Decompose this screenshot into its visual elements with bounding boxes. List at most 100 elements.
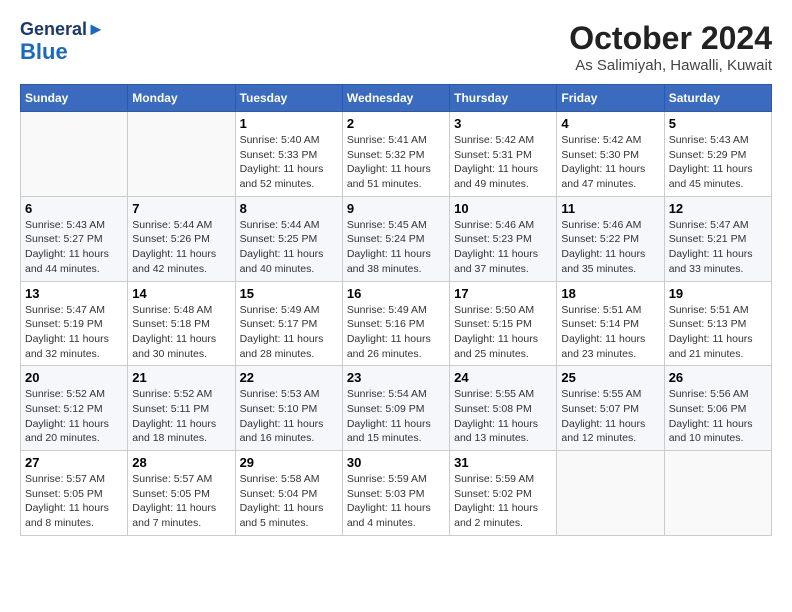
day-info: Sunrise: 5:46 AM Sunset: 5:23 PM Dayligh… xyxy=(454,218,552,277)
calendar-cell: 25 Sunrise: 5:55 AM Sunset: 5:07 PM Dayl… xyxy=(557,366,664,451)
calendar-cell: 10 Sunrise: 5:46 AM Sunset: 5:23 PM Dayl… xyxy=(450,196,557,281)
day-info: Sunrise: 5:52 AM Sunset: 5:12 PM Dayligh… xyxy=(25,387,123,446)
month-title: October 2024 xyxy=(569,20,772,57)
day-info: Sunrise: 5:52 AM Sunset: 5:11 PM Dayligh… xyxy=(132,387,230,446)
calendar-cell: 11 Sunrise: 5:46 AM Sunset: 5:22 PM Dayl… xyxy=(557,196,664,281)
day-info: Sunrise: 5:49 AM Sunset: 5:16 PM Dayligh… xyxy=(347,303,445,362)
day-number: 5 xyxy=(669,116,767,131)
logo-blue: Blue xyxy=(20,40,105,64)
day-number: 24 xyxy=(454,370,552,385)
calendar-cell: 1 Sunrise: 5:40 AM Sunset: 5:33 PM Dayli… xyxy=(235,112,342,197)
calendar-cell: 24 Sunrise: 5:55 AM Sunset: 5:08 PM Dayl… xyxy=(450,366,557,451)
weekday-header: Monday xyxy=(128,85,235,112)
calendar-cell: 21 Sunrise: 5:52 AM Sunset: 5:11 PM Dayl… xyxy=(128,366,235,451)
day-number: 9 xyxy=(347,201,445,216)
day-info: Sunrise: 5:57 AM Sunset: 5:05 PM Dayligh… xyxy=(25,472,123,531)
location: As Salimiyah, Hawalli, Kuwait xyxy=(569,57,772,74)
calendar-cell: 27 Sunrise: 5:57 AM Sunset: 5:05 PM Dayl… xyxy=(21,451,128,536)
logo-general: General► xyxy=(20,20,105,40)
day-info: Sunrise: 5:48 AM Sunset: 5:18 PM Dayligh… xyxy=(132,303,230,362)
day-number: 15 xyxy=(240,286,338,301)
day-info: Sunrise: 5:40 AM Sunset: 5:33 PM Dayligh… xyxy=(240,133,338,192)
day-number: 13 xyxy=(25,286,123,301)
calendar-cell: 31 Sunrise: 5:59 AM Sunset: 5:02 PM Dayl… xyxy=(450,451,557,536)
calendar-week-row: 20 Sunrise: 5:52 AM Sunset: 5:12 PM Dayl… xyxy=(21,366,772,451)
day-info: Sunrise: 5:49 AM Sunset: 5:17 PM Dayligh… xyxy=(240,303,338,362)
weekday-header: Saturday xyxy=(664,85,771,112)
weekday-header: Wednesday xyxy=(342,85,449,112)
day-number: 11 xyxy=(561,201,659,216)
calendar-cell: 15 Sunrise: 5:49 AM Sunset: 5:17 PM Dayl… xyxy=(235,281,342,366)
calendar-table: SundayMondayTuesdayWednesdayThursdayFrid… xyxy=(20,84,772,536)
day-info: Sunrise: 5:51 AM Sunset: 5:13 PM Dayligh… xyxy=(669,303,767,362)
day-number: 25 xyxy=(561,370,659,385)
day-number: 28 xyxy=(132,455,230,470)
day-number: 4 xyxy=(561,116,659,131)
day-number: 20 xyxy=(25,370,123,385)
calendar-cell: 16 Sunrise: 5:49 AM Sunset: 5:16 PM Dayl… xyxy=(342,281,449,366)
calendar-cell xyxy=(128,112,235,197)
logo: General► Blue xyxy=(20,20,105,64)
day-number: 29 xyxy=(240,455,338,470)
day-number: 3 xyxy=(454,116,552,131)
weekday-header: Tuesday xyxy=(235,85,342,112)
day-number: 23 xyxy=(347,370,445,385)
day-number: 21 xyxy=(132,370,230,385)
calendar-cell xyxy=(557,451,664,536)
calendar-cell: 29 Sunrise: 5:58 AM Sunset: 5:04 PM Dayl… xyxy=(235,451,342,536)
day-info: Sunrise: 5:42 AM Sunset: 5:31 PM Dayligh… xyxy=(454,133,552,192)
day-number: 30 xyxy=(347,455,445,470)
day-info: Sunrise: 5:54 AM Sunset: 5:09 PM Dayligh… xyxy=(347,387,445,446)
day-info: Sunrise: 5:45 AM Sunset: 5:24 PM Dayligh… xyxy=(347,218,445,277)
day-number: 7 xyxy=(132,201,230,216)
calendar-cell: 7 Sunrise: 5:44 AM Sunset: 5:26 PM Dayli… xyxy=(128,196,235,281)
day-info: Sunrise: 5:55 AM Sunset: 5:08 PM Dayligh… xyxy=(454,387,552,446)
day-info: Sunrise: 5:44 AM Sunset: 5:26 PM Dayligh… xyxy=(132,218,230,277)
calendar-cell: 17 Sunrise: 5:50 AM Sunset: 5:15 PM Dayl… xyxy=(450,281,557,366)
day-info: Sunrise: 5:43 AM Sunset: 5:29 PM Dayligh… xyxy=(669,133,767,192)
calendar-cell: 19 Sunrise: 5:51 AM Sunset: 5:13 PM Dayl… xyxy=(664,281,771,366)
day-number: 6 xyxy=(25,201,123,216)
day-number: 26 xyxy=(669,370,767,385)
day-number: 12 xyxy=(669,201,767,216)
calendar-cell: 28 Sunrise: 5:57 AM Sunset: 5:05 PM Dayl… xyxy=(128,451,235,536)
day-info: Sunrise: 5:57 AM Sunset: 5:05 PM Dayligh… xyxy=(132,472,230,531)
calendar-cell: 22 Sunrise: 5:53 AM Sunset: 5:10 PM Dayl… xyxy=(235,366,342,451)
calendar-cell: 30 Sunrise: 5:59 AM Sunset: 5:03 PM Dayl… xyxy=(342,451,449,536)
logo-triangle-icon: ► xyxy=(87,19,105,39)
day-info: Sunrise: 5:47 AM Sunset: 5:21 PM Dayligh… xyxy=(669,218,767,277)
day-info: Sunrise: 5:41 AM Sunset: 5:32 PM Dayligh… xyxy=(347,133,445,192)
day-info: Sunrise: 5:42 AM Sunset: 5:30 PM Dayligh… xyxy=(561,133,659,192)
calendar-week-row: 1 Sunrise: 5:40 AM Sunset: 5:33 PM Dayli… xyxy=(21,112,772,197)
day-info: Sunrise: 5:58 AM Sunset: 5:04 PM Dayligh… xyxy=(240,472,338,531)
day-info: Sunrise: 5:46 AM Sunset: 5:22 PM Dayligh… xyxy=(561,218,659,277)
day-number: 22 xyxy=(240,370,338,385)
calendar-cell: 26 Sunrise: 5:56 AM Sunset: 5:06 PM Dayl… xyxy=(664,366,771,451)
calendar-week-row: 13 Sunrise: 5:47 AM Sunset: 5:19 PM Dayl… xyxy=(21,281,772,366)
day-info: Sunrise: 5:43 AM Sunset: 5:27 PM Dayligh… xyxy=(25,218,123,277)
day-info: Sunrise: 5:50 AM Sunset: 5:15 PM Dayligh… xyxy=(454,303,552,362)
day-number: 16 xyxy=(347,286,445,301)
page-header: General► Blue October 2024 As Salimiyah,… xyxy=(20,20,772,74)
calendar-cell: 6 Sunrise: 5:43 AM Sunset: 5:27 PM Dayli… xyxy=(21,196,128,281)
weekday-header: Friday xyxy=(557,85,664,112)
day-number: 19 xyxy=(669,286,767,301)
day-info: Sunrise: 5:59 AM Sunset: 5:03 PM Dayligh… xyxy=(347,472,445,531)
calendar-header-row: SundayMondayTuesdayWednesdayThursdayFrid… xyxy=(21,85,772,112)
calendar-cell: 20 Sunrise: 5:52 AM Sunset: 5:12 PM Dayl… xyxy=(21,366,128,451)
day-info: Sunrise: 5:47 AM Sunset: 5:19 PM Dayligh… xyxy=(25,303,123,362)
calendar-cell: 9 Sunrise: 5:45 AM Sunset: 5:24 PM Dayli… xyxy=(342,196,449,281)
day-info: Sunrise: 5:56 AM Sunset: 5:06 PM Dayligh… xyxy=(669,387,767,446)
title-section: October 2024 As Salimiyah, Hawalli, Kuwa… xyxy=(569,20,772,74)
calendar-cell: 8 Sunrise: 5:44 AM Sunset: 5:25 PM Dayli… xyxy=(235,196,342,281)
day-info: Sunrise: 5:51 AM Sunset: 5:14 PM Dayligh… xyxy=(561,303,659,362)
day-number: 8 xyxy=(240,201,338,216)
day-number: 2 xyxy=(347,116,445,131)
day-number: 27 xyxy=(25,455,123,470)
day-info: Sunrise: 5:55 AM Sunset: 5:07 PM Dayligh… xyxy=(561,387,659,446)
calendar-week-row: 27 Sunrise: 5:57 AM Sunset: 5:05 PM Dayl… xyxy=(21,451,772,536)
day-number: 18 xyxy=(561,286,659,301)
calendar-cell xyxy=(21,112,128,197)
day-number: 10 xyxy=(454,201,552,216)
weekday-header: Thursday xyxy=(450,85,557,112)
